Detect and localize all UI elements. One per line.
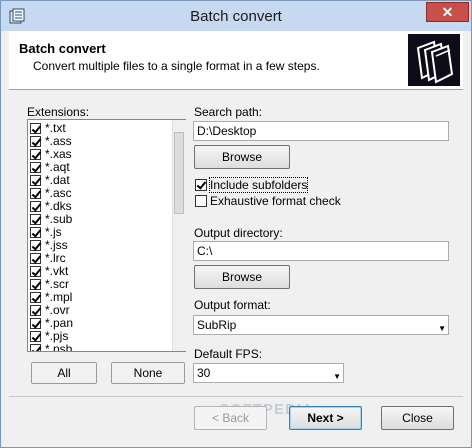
exhaustive-check-checkbox[interactable] [195, 195, 207, 207]
include-subfolders-checkbox[interactable] [195, 179, 207, 191]
search-path-label: Search path: [194, 105, 263, 119]
exhaustive-check-label[interactable]: Exhaustive format check [210, 194, 341, 208]
default-fps-value: 30 [197, 366, 211, 380]
extension-checkbox[interactable] [30, 292, 41, 303]
extensions-list[interactable]: *.txt *.ass *.xas *.aqt *.dat *.asc *.dks *.sub… [27, 119, 186, 352]
extension-checkbox[interactable] [30, 266, 41, 277]
output-format-select[interactable]: SubRip ▼ [193, 315, 449, 335]
extension-checkbox[interactable] [30, 162, 41, 173]
select-none-button[interactable]: None [111, 362, 185, 384]
batch-convert-window: Batch convert ✕ Batch convert Convert mu… [0, 0, 472, 448]
chevron-down-icon: ▼ [333, 372, 341, 381]
search-browse-button[interactable]: Browse [194, 145, 290, 169]
search-browse-label: Browse [221, 150, 262, 164]
select-all-label: All [57, 366, 71, 380]
output-directory-label: Output directory: [194, 226, 283, 240]
default-fps-label: Default FPS: [194, 347, 263, 361]
back-button[interactable]: < Back [194, 406, 267, 430]
include-subfolders-label[interactable]: Include subfolders [208, 177, 309, 193]
extension-checkbox[interactable] [30, 123, 41, 134]
output-directory-input[interactable]: C:\ [193, 241, 449, 261]
extension-label: *.psb [45, 342, 73, 352]
output-format-label: Output format: [194, 298, 271, 312]
next-button[interactable]: Next > [289, 406, 362, 430]
window-title: Batch convert [190, 8, 282, 25]
extension-checkbox[interactable] [30, 318, 41, 329]
extensions-scrollbar[interactable] [172, 120, 186, 351]
extension-checkbox[interactable] [30, 188, 41, 199]
window-close-button[interactable]: ✕ [426, 2, 469, 22]
extension-checkbox[interactable] [30, 201, 41, 212]
extension-checkbox[interactable] [30, 305, 41, 316]
extension-checkbox[interactable] [30, 253, 41, 264]
extension-checkbox[interactable] [30, 240, 41, 251]
close-label: Close [402, 411, 433, 425]
extension-checkbox[interactable] [30, 175, 41, 186]
extensions-label: Extensions: [27, 105, 90, 119]
output-browse-button[interactable]: Browse [194, 265, 290, 289]
wizard-header: Batch convert Convert multiple files to … [9, 31, 463, 90]
extension-checkbox[interactable] [30, 214, 41, 225]
select-all-button[interactable]: All [31, 362, 97, 384]
scrollbar-thumb[interactable] [174, 132, 184, 214]
extension-checkbox[interactable] [30, 344, 41, 351]
extension-checkbox[interactable] [30, 136, 41, 147]
search-path-input[interactable]: D:\Desktop [193, 121, 449, 141]
output-format-value: SubRip [197, 318, 237, 332]
footer-divider [9, 396, 463, 397]
extension-checkbox[interactable] [30, 279, 41, 290]
output-browse-label: Browse [221, 270, 262, 284]
chevron-down-icon: ▼ [438, 324, 446, 333]
close-button[interactable]: Close [381, 406, 454, 430]
list-item[interactable]: *.psb [30, 342, 170, 352]
folders-logo-icon [408, 34, 460, 86]
close-icon: ✕ [441, 4, 454, 20]
select-none-label: None [133, 366, 163, 380]
extension-checkbox[interactable] [30, 331, 41, 342]
header-subtitle: Convert multiple files to a single forma… [33, 59, 320, 73]
back-label: < Back [211, 411, 250, 425]
title-bar[interactable]: Batch convert ✕ [1, 1, 471, 31]
extension-checkbox[interactable] [30, 149, 41, 160]
extension-checkbox[interactable] [30, 227, 41, 238]
next-label: Next > [307, 411, 344, 425]
header-title: Batch convert [19, 41, 106, 56]
default-fps-select[interactable]: 30 ▼ [193, 363, 344, 383]
